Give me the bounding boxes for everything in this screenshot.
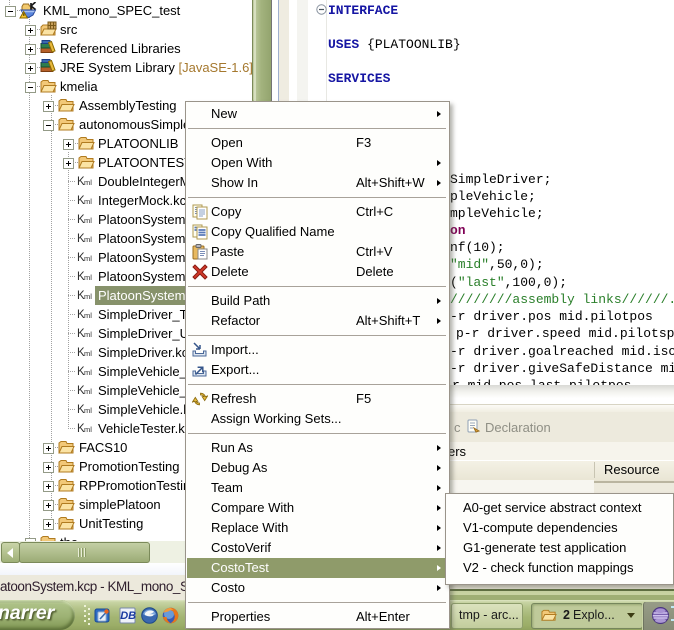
svg-text:ml: ml	[84, 368, 92, 377]
svg-text:DB: DB	[120, 610, 136, 622]
svg-text:ml: ml	[84, 273, 92, 282]
svg-text:ml: ml	[84, 254, 92, 263]
svg-text:ml: ml	[84, 197, 92, 206]
svg-text:ml: ml	[84, 216, 92, 225]
svg-text:ml: ml	[84, 349, 92, 358]
svg-text:ml: ml	[84, 178, 92, 187]
svg-text:ml: ml	[84, 292, 92, 301]
svg-text:ml: ml	[84, 311, 92, 320]
svg-text:ml: ml	[84, 235, 92, 244]
svg-text:ml: ml	[84, 330, 92, 339]
svg-text:ml: ml	[84, 406, 92, 415]
svg-text:ml: ml	[84, 387, 92, 396]
svg-text:ml: ml	[84, 425, 92, 434]
